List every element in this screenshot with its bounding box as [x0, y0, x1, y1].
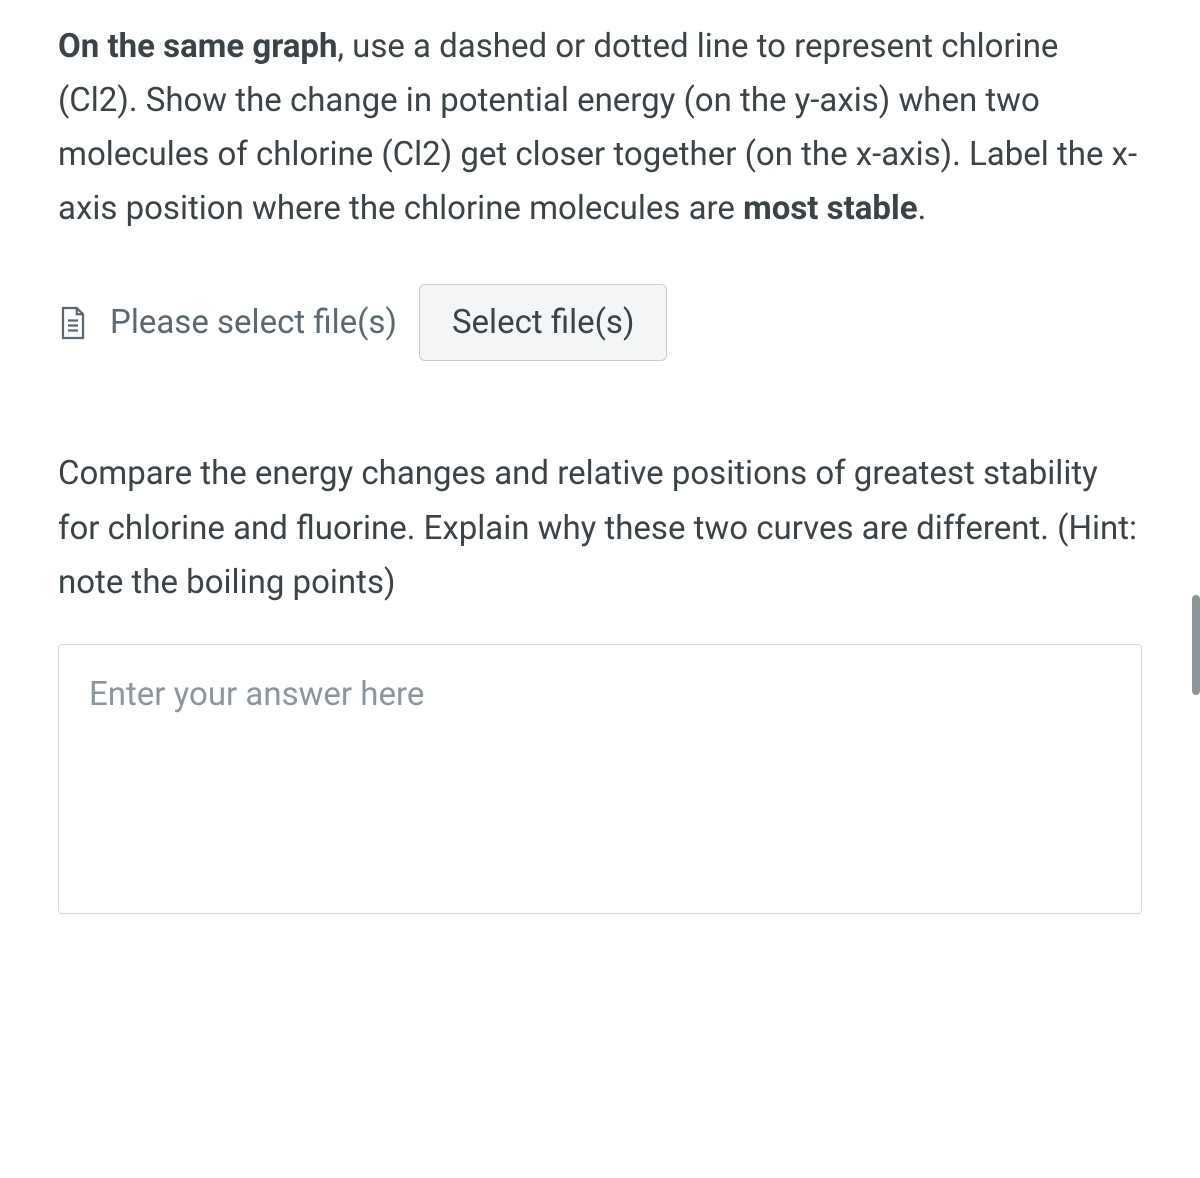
answer-input[interactable]: [58, 644, 1142, 914]
question-1-bold-1: On the same graph: [58, 27, 337, 66]
file-upload-label: Please select file(s): [110, 303, 397, 342]
question-1-text: On the same graph, use a dashed or dotte…: [58, 20, 1142, 236]
scrollbar-thumb[interactable]: [1192, 595, 1200, 695]
question-2-text: Compare the energy changes and relative …: [58, 447, 1142, 609]
select-file-button[interactable]: Select file(s): [419, 284, 668, 361]
question-1-part-4: .: [918, 189, 927, 228]
file-icon: [58, 305, 88, 341]
question-1-bold-2: most stable: [743, 189, 917, 228]
file-upload-row: Please select file(s) Select file(s): [58, 284, 1142, 361]
